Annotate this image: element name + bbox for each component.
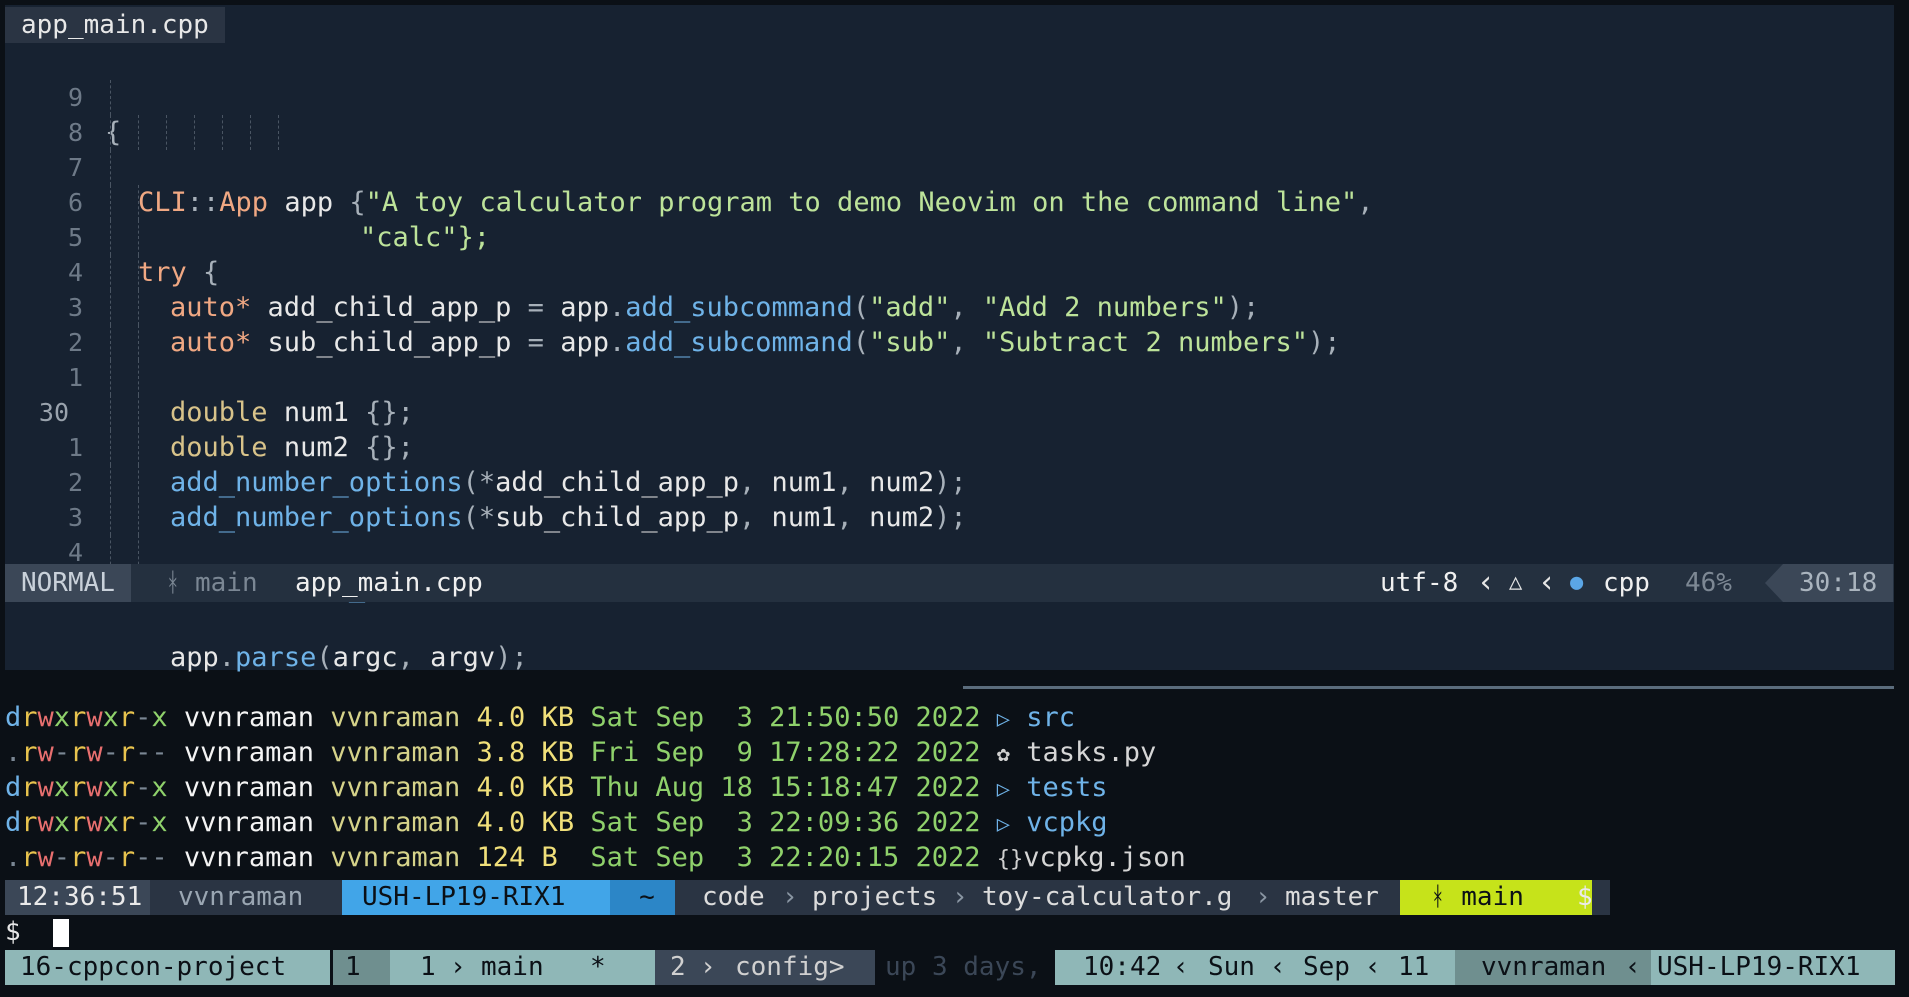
file-encoding: utf-8: [1380, 568, 1459, 598]
cmdline-symbol: $: [5, 917, 21, 947]
statusline-filename: app_main.cpp: [295, 568, 483, 598]
code-line: 4 auto* sub_child_app_p = app.add_subcom…: [5, 220, 1894, 358]
terminal-listing: drwxrwxr-x vvnraman vvnraman 4.0 KB Sat …: [5, 700, 1895, 875]
list-item: drwxrwxr-x vvnraman vvnraman 4.0 KB Sat …: [5, 702, 1076, 733]
tmux-user: vvnraman: [1455, 950, 1651, 985]
code-line: 4: [5, 500, 1894, 567]
cursor-position: 30:18: [1765, 564, 1894, 602]
code-line: 5 auto* add_child_app_p = app.add_subcom…: [5, 185, 1894, 323]
neovim-editor[interactable]: app_main.cpp 9 { 8 CLI::App app {"A toy …: [5, 5, 1894, 673]
separator-chevron-icon: ‹: [1538, 565, 1557, 600]
pane-divider[interactable]: [963, 686, 1894, 689]
mode-indicator: NORMAL: [5, 564, 131, 602]
python-icon: ✿: [996, 742, 1010, 767]
path-segment: toy-calculator.g: [982, 882, 1233, 912]
prompt-git-branch: ᚼ main: [1400, 880, 1592, 915]
text-cursor: [53, 919, 69, 947]
tab-app-main-cpp[interactable]: app_main.cpp: [5, 7, 225, 43]
tmux-window-number[interactable]: 1: [333, 950, 395, 985]
folder-icon: ▷: [996, 777, 1011, 802]
separator-chevron-icon: ‹: [1625, 952, 1641, 982]
tabline: app_main.cpp: [5, 5, 1894, 43]
git-branch-icon: ᚼ: [1430, 882, 1446, 912]
code-line: 9 {: [5, 45, 1894, 148]
code-line: 6 try {: [5, 150, 1894, 288]
separator-chevron-icon: ‹: [1365, 952, 1381, 982]
code-line: 2 double num1 {};: [5, 290, 1894, 428]
shell-prompt: 12:36:51 vvnraman USH-LP19-RIX1 ~ code ›…: [5, 880, 1909, 915]
code-area[interactable]: 9 { 8 CLI::App app {"A toy calculator pr…: [5, 45, 1894, 673]
code-line: 1 add_number_options(*sub_child_app_p, n…: [5, 395, 1894, 533]
code-line: 1 double num2 {};: [5, 325, 1894, 463]
code-line: 3 app.require_subcommand(1);: [5, 465, 1894, 603]
path-segment: code: [702, 882, 765, 912]
git-branch: main: [195, 568, 258, 598]
separator-chevron-icon: ›: [450, 952, 466, 982]
list-item: drwxrwxr-x vvnraman vvnraman 4.0 KB Sat …: [5, 807, 1108, 838]
prompt-symbol: $: [1577, 882, 1593, 912]
command-line[interactable]: $: [5, 915, 69, 950]
path-segment: master: [1285, 882, 1379, 912]
separator-chevron-icon: ‹: [1270, 952, 1286, 982]
path-segment: projects: [812, 882, 938, 912]
separator-chevron-icon: ›: [700, 952, 716, 982]
tmux-pane-number[interactable]: 1: [420, 950, 436, 985]
code-line: 7 "calc"};: [5, 115, 1894, 253]
tmux-window2-number[interactable]: 2: [670, 950, 686, 985]
prompt-home: ~: [610, 880, 684, 915]
scroll-percent: 46%: [1685, 568, 1732, 598]
list-item: drwxrwxr-x vvnraman vvnraman 4.0 KB Thu …: [5, 772, 1108, 803]
statusline: NORMAL ᚼ main app_main.cpp utf-8 ‹ △ ‹ ●…: [5, 564, 1894, 602]
list-item: .rw-rw-r-- vvnraman vvnraman 3.8 KB Fri …: [5, 737, 1157, 768]
code-line: 3: [5, 255, 1894, 322]
json-icon: {}: [996, 847, 1024, 872]
tmux-clock: 10:42: [1083, 952, 1162, 982]
tmux-window2-name[interactable]: config>: [735, 950, 845, 985]
linux-icon: △: [1509, 570, 1523, 595]
tmux-month: Sep: [1303, 952, 1350, 982]
prompt-host: USH-LP19-RIX1: [342, 880, 614, 915]
cpp-filetype-icon: ●: [1570, 570, 1584, 595]
tmux-day: Sun: [1208, 952, 1255, 982]
prompt-time: 12:36:51: [5, 880, 169, 915]
filetype: cpp: [1603, 568, 1650, 598]
code-line: 2: [5, 430, 1894, 497]
tmux-statusbar: 16-cppcon-project 1 1 › main * 2 › confi…: [5, 950, 1895, 985]
list-item: .rw-rw-r-- vvnraman vvnraman 124 B Sat S…: [5, 842, 1186, 873]
folder-icon: ▷: [996, 812, 1011, 837]
git-branch-icon: ᚼ: [165, 568, 181, 598]
code-line-current: 30 add_number_options(*add_child_app_p, …: [5, 360, 1894, 498]
tmux-window-name[interactable]: main: [481, 950, 544, 985]
tmux-session: 16-cppcon-project: [5, 950, 330, 985]
prompt-user: vvnraman: [150, 880, 352, 915]
code-line: 8 CLI::App app {"A toy calculator progra…: [5, 80, 1894, 218]
separator-chevron-icon: ‹: [1173, 952, 1189, 982]
tmux-uptime: up 3 days,: [885, 952, 1042, 982]
tmux-date: 11: [1398, 952, 1430, 982]
folder-icon: ▷: [996, 707, 1011, 732]
tmux-host: USH-LP19-RIX1: [1657, 952, 1861, 982]
code-text: app.parse(argc, argv);: [170, 642, 528, 673]
separator-chevron-icon: ‹: [1477, 565, 1496, 600]
